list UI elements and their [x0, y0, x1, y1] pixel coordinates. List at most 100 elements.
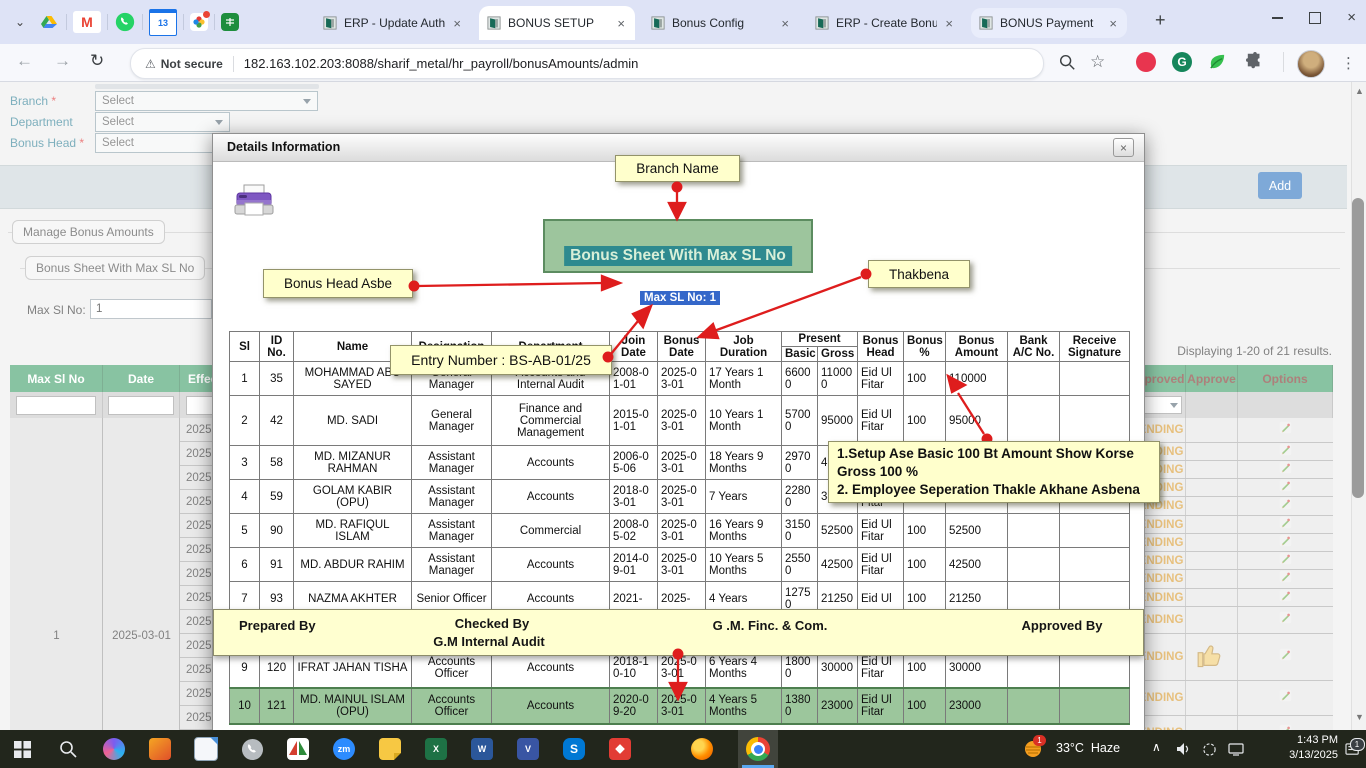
- scrollbar-down-arrow[interactable]: ▼: [1355, 712, 1364, 722]
- cell-pct: 100: [904, 362, 946, 396]
- annotation-setup-note: 1.Setup Ase Basic 100 Bt Amount Show Kor…: [828, 441, 1160, 503]
- excel-icon[interactable]: X: [416, 730, 456, 768]
- cell-department: Accounts: [492, 548, 610, 582]
- red-app-icon[interactable]: [600, 730, 640, 768]
- extension-icon[interactable]: [1136, 52, 1156, 72]
- zoom-icon[interactable]: zm: [324, 730, 364, 768]
- cell-bonus_head: Eid Ul Fitar: [858, 396, 904, 446]
- col-bonus-pct: Bonus %: [904, 332, 946, 362]
- cell-bank: [1008, 548, 1060, 582]
- tab-search-caret-icon[interactable]: ⌄: [8, 10, 32, 34]
- cell-id: 91: [260, 548, 294, 582]
- leaf-extension-icon[interactable]: [1208, 52, 1227, 76]
- cell-join: 2008-01-01: [610, 362, 658, 396]
- cell-bonus_date: 2025-03-01: [658, 548, 706, 582]
- copilot-icon[interactable]: [94, 730, 134, 768]
- sheet-title-box: Bonus Sheet With Max SL No: [543, 219, 813, 273]
- table-row: 10121MD. MAINUL ISLAM (OPU)Accounts Offi…: [230, 688, 1130, 724]
- back-button[interactable]: ←: [16, 51, 33, 71]
- cell-receive: [1060, 548, 1130, 582]
- close-icon[interactable]: ×: [1113, 138, 1134, 157]
- extensions-puzzle-icon[interactable]: [1246, 52, 1264, 75]
- cell-join: 2008-05-02: [610, 514, 658, 548]
- prepared-by-label: Prepared By: [239, 618, 316, 633]
- weather-icon[interactable]: 1: [1018, 730, 1048, 768]
- window-close-button[interactable]: ×: [1347, 13, 1356, 23]
- tab-close-icon[interactable]: ×: [615, 16, 627, 31]
- google-drive-icon[interactable]: [38, 11, 60, 33]
- address-bar[interactable]: ⚠Not secure 182.163.102.203:8088/sharif_…: [130, 48, 1044, 79]
- scrollbar-up-arrow[interactable]: ▲: [1355, 86, 1364, 96]
- whatsapp-icon[interactable]: [114, 11, 136, 33]
- tab-close-icon[interactable]: ×: [943, 16, 955, 31]
- cell-duration: 10 Years 1 Month: [706, 396, 782, 446]
- cell-designation: Assistant Manager: [412, 514, 492, 548]
- firefox-icon[interactable]: [682, 730, 722, 768]
- erp-door-favicon: [651, 16, 666, 31]
- browser-tab[interactable]: BONUS SETUP×: [479, 6, 635, 40]
- tab-close-icon[interactable]: ×: [779, 16, 791, 31]
- weather-temperature[interactable]: 33°C Haze: [1056, 741, 1120, 755]
- cell-bank: [1008, 362, 1060, 396]
- tray-expand-icon[interactable]: ∧: [1152, 740, 1161, 754]
- cell-duration: 17 Years 1 Month: [706, 362, 782, 396]
- cell-designation: General Manager: [412, 396, 492, 446]
- printer-icon[interactable]: [233, 184, 275, 229]
- pinned-app-icon[interactable]: [190, 13, 208, 31]
- cell-bonus_date: 2025-03-01: [658, 446, 706, 480]
- tray-update-icon[interactable]: [1202, 742, 1217, 762]
- google-calendar-icon[interactable]: 13: [149, 9, 177, 36]
- notification-badge: 1: [1350, 738, 1365, 751]
- new-tab-button[interactable]: +: [1155, 10, 1166, 31]
- network-icon[interactable]: [1228, 742, 1244, 761]
- skype-icon[interactable]: S: [554, 730, 594, 768]
- start-button[interactable]: [2, 730, 42, 768]
- tray-time: 1:43 PM: [1297, 734, 1338, 746]
- cell-gross: 95000: [818, 396, 858, 446]
- abc-app-icon[interactable]: [278, 730, 318, 768]
- browser-tab[interactable]: ERP - Create Bonu×: [807, 6, 963, 40]
- cell-duration: 16 Years 9 Months: [706, 514, 782, 548]
- scrollbar-thumb[interactable]: [1352, 198, 1364, 498]
- gmail-icon[interactable]: M: [73, 11, 101, 33]
- cell-bonus_date: 2025-03-01: [658, 396, 706, 446]
- forward-button[interactable]: →: [54, 51, 71, 71]
- window-minimize-button[interactable]: [1272, 17, 1283, 19]
- cell-amount: 52500: [946, 514, 1008, 548]
- clock[interactable]: 1:43 PM3/13/2025: [1258, 733, 1338, 763]
- grammarly-icon[interactable]: G: [1172, 52, 1192, 72]
- cell-designation: Assistant Manager: [412, 480, 492, 514]
- cell-basic: 13800: [782, 688, 818, 724]
- cell-basic: 29700: [782, 446, 818, 480]
- cell-basic: 66000: [782, 362, 818, 396]
- browser-tab[interactable]: BONUS Payment×: [971, 8, 1127, 38]
- not-secure-chip[interactable]: ⚠Not secure: [131, 57, 233, 71]
- google-sheets-icon[interactable]: [221, 13, 239, 31]
- notification-center-icon[interactable]: 1: [1340, 730, 1366, 768]
- chrome-icon[interactable]: [738, 730, 778, 768]
- window-maximize-button[interactable]: [1309, 12, 1321, 24]
- refresh-button[interactable]: ↻: [90, 51, 104, 71]
- avro-keyboard-icon[interactable]: [140, 730, 180, 768]
- browser-menu-icon[interactable]: ⋮: [1341, 54, 1356, 72]
- cell-join: 2014-09-01: [610, 548, 658, 582]
- cell-department: Accounts: [492, 480, 610, 514]
- browser-tab[interactable]: Bonus Config×: [643, 6, 799, 40]
- search-icon[interactable]: [1058, 53, 1076, 76]
- profile-avatar[interactable]: [1297, 50, 1325, 78]
- browser-tab[interactable]: ERP - Update Auth×: [315, 6, 471, 40]
- notepad-icon[interactable]: [186, 730, 226, 768]
- whatsapp-taskbar-icon[interactable]: [232, 730, 272, 768]
- visio-icon[interactable]: V: [508, 730, 548, 768]
- cell-name: MD. ABDUR RAHIM: [294, 548, 412, 582]
- cell-basic: 22800: [782, 480, 818, 514]
- tab-close-icon[interactable]: ×: [451, 16, 463, 31]
- cell-join: 2020-09-20: [610, 688, 658, 724]
- volume-icon[interactable]: [1176, 742, 1192, 761]
- word-icon[interactable]: W: [462, 730, 502, 768]
- sticky-notes-icon[interactable]: [370, 730, 410, 768]
- tab-close-icon[interactable]: ×: [1107, 16, 1119, 31]
- bookmark-star-icon[interactable]: ☆: [1090, 52, 1105, 72]
- taskbar-search-icon[interactable]: [48, 730, 88, 768]
- cell-id: 42: [260, 396, 294, 446]
